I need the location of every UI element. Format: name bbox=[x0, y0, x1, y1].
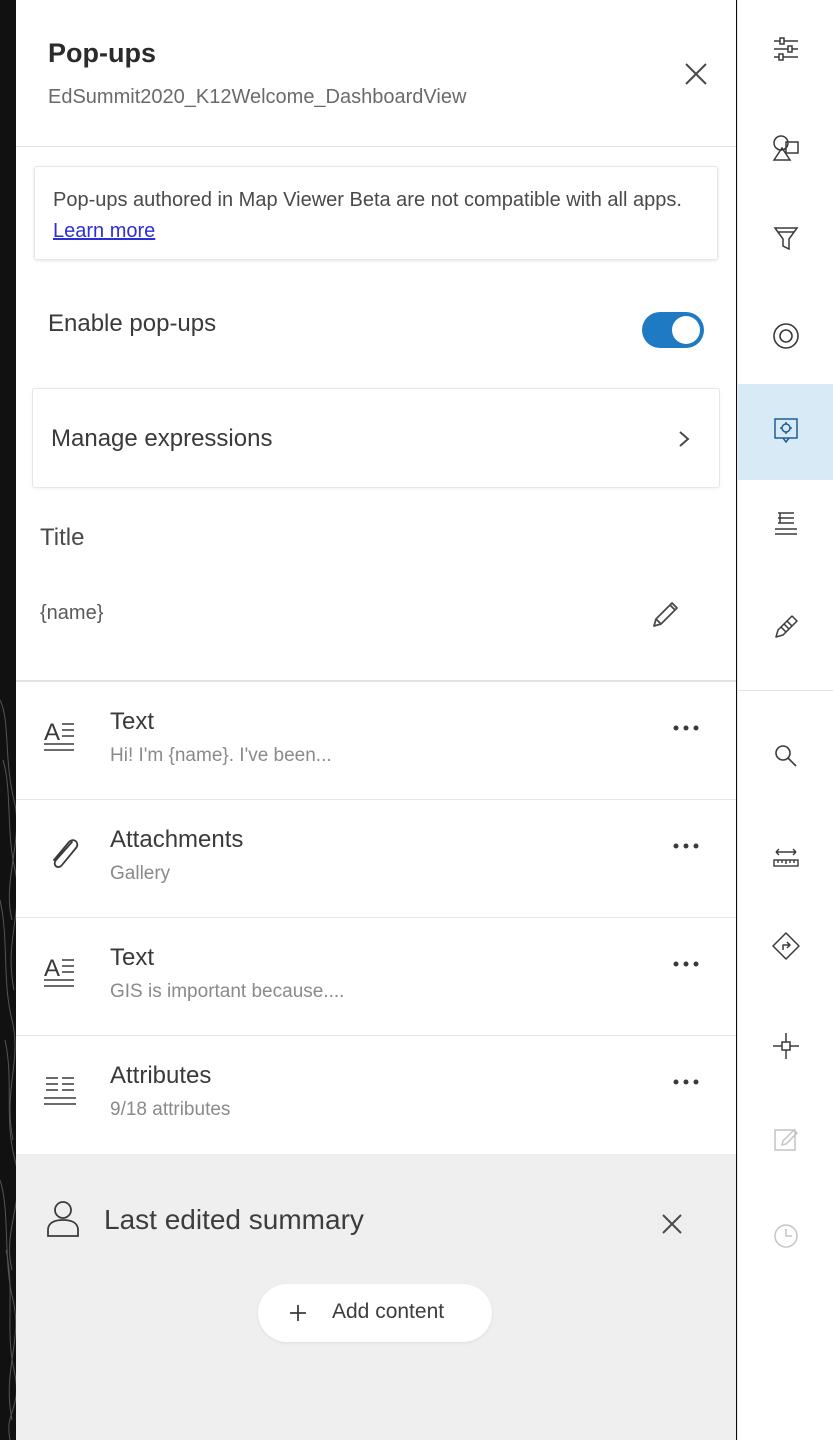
filter-icon bbox=[773, 227, 799, 251]
popups-icon bbox=[774, 418, 798, 444]
attributes-list-icon bbox=[44, 1077, 76, 1105]
content-item-desc: 9/18 attributes bbox=[110, 1099, 231, 1120]
close-panel-button[interactable] bbox=[678, 56, 714, 92]
more-options-icon[interactable] bbox=[666, 954, 706, 974]
edit-title-button[interactable] bbox=[644, 594, 684, 634]
manage-expressions-button[interactable]: Manage expressions bbox=[32, 388, 720, 488]
content-item-name: Text bbox=[110, 944, 155, 971]
add-content-label: Add content bbox=[332, 1300, 445, 1323]
action-rail bbox=[737, 0, 833, 1440]
close-icon bbox=[685, 63, 707, 85]
rail-measure[interactable] bbox=[738, 816, 833, 912]
layer-name: EdSummit2020_K12Welcome_DashboardView bbox=[48, 86, 467, 108]
rail-time[interactable] bbox=[738, 1204, 833, 1300]
content-item-text-1[interactable]: A Text Hi! I'm {name}. I've been... bbox=[16, 682, 736, 800]
rail-fields[interactable] bbox=[738, 480, 833, 576]
learn-more-link[interactable]: Learn more bbox=[53, 220, 155, 242]
effects-icon bbox=[773, 323, 799, 349]
rail-directions[interactable] bbox=[738, 910, 833, 1006]
content-item-attachments[interactable]: Attachments Gallery bbox=[16, 800, 736, 918]
svg-text:A: A bbox=[44, 719, 60, 746]
paperclip-icon bbox=[53, 839, 79, 868]
content-item-desc: GIS is important because.... bbox=[110, 981, 345, 1002]
text-icon: A bbox=[44, 955, 74, 987]
properties-icon bbox=[774, 37, 798, 61]
content-item-attributes[interactable]: Attributes 9/18 attributes bbox=[16, 1036, 736, 1154]
content-item-desc: Hi! I'm {name}. I've been... bbox=[110, 745, 332, 766]
popups-panel: Pop-ups EdSummit2020_K12Welcome_Dashboar… bbox=[16, 0, 736, 1440]
rail-properties[interactable] bbox=[738, 0, 833, 96]
notice-text: Pop-ups authored in Map Viewer Beta are … bbox=[53, 189, 682, 211]
rail-styles[interactable] bbox=[738, 96, 833, 192]
plus-icon bbox=[290, 1305, 306, 1321]
text-icon: A bbox=[44, 719, 74, 751]
close-icon bbox=[662, 1214, 682, 1234]
edit-icon bbox=[774, 1128, 799, 1151]
rail-effects[interactable] bbox=[738, 288, 833, 384]
content-item-text-2[interactable]: A Text GIS is important because.... bbox=[16, 918, 736, 1036]
map-background bbox=[0, 0, 16, 1440]
rail-popups[interactable] bbox=[738, 384, 833, 480]
more-options-icon[interactable] bbox=[666, 718, 706, 738]
fields-icon bbox=[775, 512, 797, 535]
compatibility-notice: Pop-ups authored in Map Viewer Beta are … bbox=[34, 166, 718, 260]
search-icon bbox=[775, 745, 797, 767]
location-icon bbox=[773, 1033, 799, 1059]
pencil-icon bbox=[653, 602, 678, 627]
enable-popups-label: Enable pop-ups bbox=[48, 310, 217, 337]
svg-text:A: A bbox=[44, 955, 60, 982]
enable-popups-row: Enable pop-ups bbox=[16, 292, 736, 364]
add-content-button[interactable]: Add content bbox=[258, 1284, 492, 1342]
panel-title: Pop-ups bbox=[48, 38, 156, 68]
measure-icon bbox=[773, 848, 799, 867]
user-icon bbox=[47, 1201, 79, 1237]
rail-filter[interactable] bbox=[738, 192, 833, 288]
rail-divider bbox=[738, 690, 833, 691]
more-options-icon[interactable] bbox=[666, 836, 706, 856]
rail-location[interactable] bbox=[738, 1010, 833, 1106]
more-options-icon[interactable] bbox=[666, 1072, 706, 1092]
chevron-right-icon bbox=[679, 431, 690, 447]
toggle-knob bbox=[672, 316, 700, 344]
rail-sketch[interactable] bbox=[738, 576, 833, 672]
last-edited-summary-section: Last edited summary Add content bbox=[16, 1154, 736, 1440]
styles-icon bbox=[772, 135, 799, 161]
remove-summary-button[interactable] bbox=[656, 1208, 688, 1240]
title-expression: {name} bbox=[40, 602, 104, 624]
rail-edit[interactable] bbox=[738, 1104, 833, 1200]
enable-popups-toggle[interactable] bbox=[642, 312, 704, 348]
time-icon bbox=[774, 1224, 798, 1248]
last-edited-summary-label: Last edited summary bbox=[104, 1204, 364, 1235]
panel-header: Pop-ups EdSummit2020_K12Welcome_Dashboar… bbox=[16, 0, 736, 147]
directions-icon bbox=[772, 932, 800, 960]
manage-expressions-label: Manage expressions bbox=[51, 425, 273, 452]
content-item-name: Text bbox=[110, 708, 155, 735]
content-item-name: Attachments bbox=[110, 826, 244, 853]
content-item-desc: Gallery bbox=[110, 863, 171, 884]
title-section-label: Title bbox=[40, 524, 85, 551]
content-item-name: Attributes bbox=[110, 1062, 212, 1089]
sketch-icon bbox=[775, 615, 798, 638]
rail-search[interactable] bbox=[738, 704, 833, 800]
